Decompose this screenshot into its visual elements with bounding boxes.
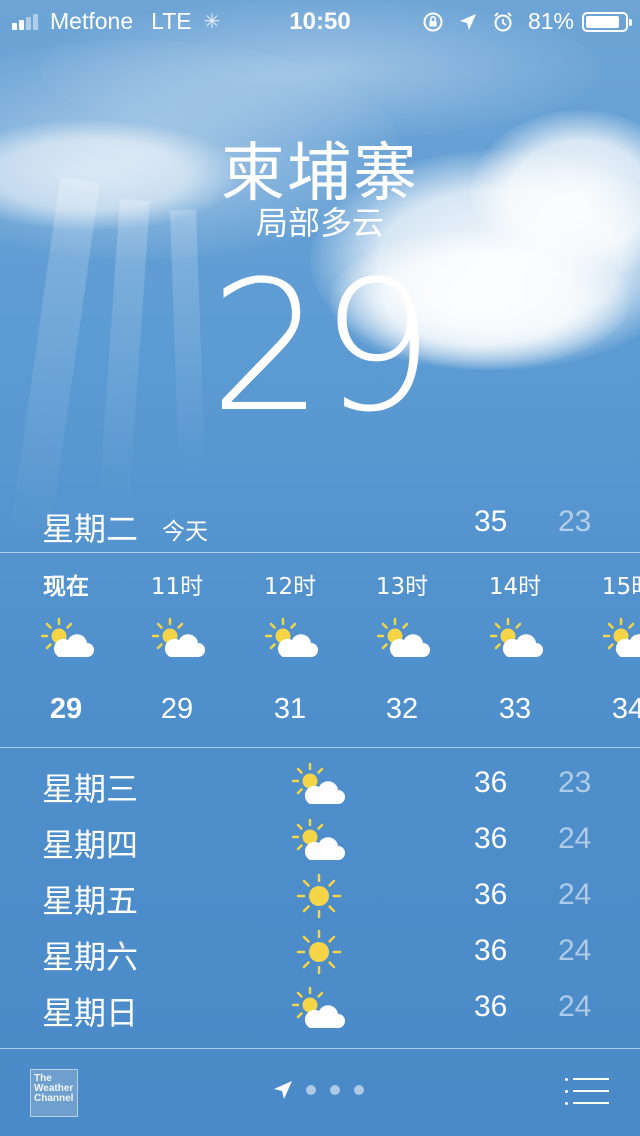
weather-channel-logo-icon[interactable]: The Weather Channel <box>30 1069 78 1117</box>
partly-cloudy-icon <box>377 617 430 657</box>
list-icon[interactable] <box>565 1077 609 1107</box>
hourly-item: 11时 29 <box>127 553 227 747</box>
partly-cloudy-icon <box>292 986 345 1028</box>
daily-item: 星期五 36 24 <box>0 868 640 924</box>
day-name: 星期五 <box>42 882 139 920</box>
page-dot <box>354 1085 364 1095</box>
current-temperature: 29 <box>209 243 434 452</box>
day-low-temp: 24 <box>558 990 592 1023</box>
alarm-icon <box>494 11 512 31</box>
day-high-temp: 36 <box>474 934 508 967</box>
today-day-name: 星期二 <box>42 510 139 548</box>
daily-item: 星期四 36 24 <box>0 812 640 868</box>
partly-cloudy-icon <box>292 818 345 860</box>
day-name: 星期四 <box>42 826 139 864</box>
hourly-item-now: 现在 29 <box>16 553 116 747</box>
partly-cloudy-icon <box>490 617 543 657</box>
bottom-bar: The Weather Channel <box>0 1049 640 1136</box>
sunny-icon <box>296 929 342 975</box>
hour-time: 13时 <box>375 574 429 600</box>
hour-temp: 33 <box>498 693 532 725</box>
day-high-temp: 36 <box>474 766 508 799</box>
daily-item: 星期六 36 24 <box>0 924 640 980</box>
hour-temp: 29 <box>49 693 83 725</box>
day-low-temp: 24 <box>558 878 592 911</box>
hour-temp: 32 <box>385 693 419 725</box>
hour-time: 11时 <box>150 574 204 600</box>
today-low-temp: 23 <box>558 505 592 538</box>
page-indicator[interactable] <box>272 1079 378 1101</box>
day-low-temp: 24 <box>558 822 592 855</box>
partly-cloudy-icon <box>265 617 318 657</box>
day-high-temp: 36 <box>474 990 508 1023</box>
partly-cloudy-icon <box>41 617 94 657</box>
day-low-temp: 23 <box>558 766 592 799</box>
partly-cloudy-icon <box>292 762 345 804</box>
divider <box>0 747 640 748</box>
today-label: 今天 <box>162 519 208 545</box>
sunny-icon <box>296 873 342 919</box>
status-bar: Metfone LTE ✳ 10:50 81% <box>0 0 640 40</box>
hourly-item: 15时 34 <box>578 553 640 747</box>
weather-condition: 局部多云 <box>255 204 384 242</box>
day-high-temp: 36 <box>474 878 508 911</box>
today-summary: 星期二 今天 35 23 <box>0 500 640 550</box>
rotation-lock-icon <box>423 12 443 31</box>
partly-cloudy-icon <box>603 617 640 657</box>
page-dot <box>306 1085 316 1095</box>
hour-temp: 29 <box>160 693 194 725</box>
daily-item: 星期三 36 23 <box>0 756 640 812</box>
day-name: 星期三 <box>42 770 139 808</box>
battery-percentage: 81% <box>527 8 574 34</box>
hour-time: 12时 <box>263 574 317 600</box>
partly-cloudy-icon <box>152 617 205 657</box>
hour-time: 现在 <box>43 574 89 600</box>
hourly-item: 14时 33 <box>465 553 565 747</box>
hour-time: 14时 <box>488 574 542 600</box>
hourly-item: 12时 31 <box>240 553 340 747</box>
daily-item: 星期日 36 24 <box>0 980 640 1036</box>
hour-temp: 34 <box>611 693 640 725</box>
location-arrow-icon <box>274 1081 292 1099</box>
daily-forecast[interactable]: 星期三 36 23 星期四 36 24 星期五 36 24 星期六 36 24 … <box>0 756 640 1046</box>
page-dot <box>330 1085 340 1095</box>
hourly-forecast[interactable]: 现在 29 11时 29 12时 31 13时 32 14时 33 15 34 <box>0 553 640 747</box>
battery-icon <box>582 11 632 32</box>
location-arrow-icon <box>459 13 476 30</box>
hourly-item: 13时 32 <box>352 553 452 747</box>
hour-time: 15时 <box>601 574 640 600</box>
day-name: 星期六 <box>42 938 139 976</box>
today-high-temp: 35 <box>474 505 508 538</box>
day-low-temp: 24 <box>558 934 592 967</box>
day-high-temp: 36 <box>474 822 508 855</box>
day-name: 星期日 <box>42 994 139 1032</box>
hour-temp: 31 <box>273 693 307 725</box>
